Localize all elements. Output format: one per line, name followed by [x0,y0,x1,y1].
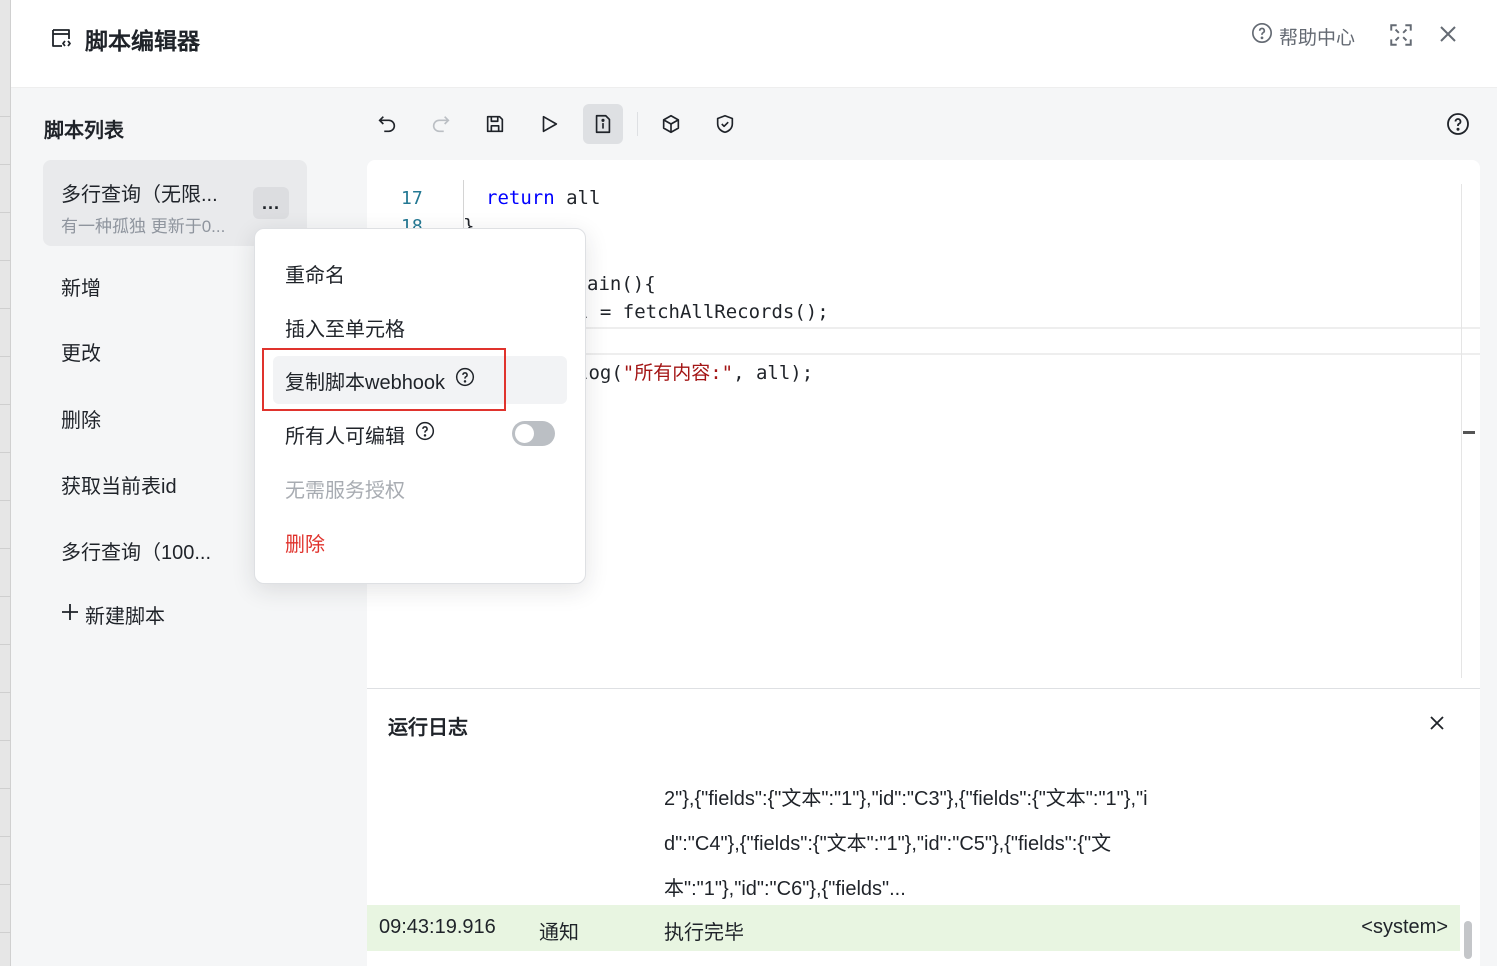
annotation-highlight-box [262,348,506,411]
menu-item-label: 无需服务授权 [285,479,405,502]
modal-header: 脚本编辑器 帮助中心 [11,0,1497,88]
menu-item-label: 删除 [285,533,325,556]
log-source: <system> [1361,916,1448,938]
save-icon[interactable] [475,104,515,144]
line-number: 17 [401,188,423,209]
menu-item-delete[interactable]: 删除 [273,518,567,566]
editor-help-icon[interactable] [1438,104,1478,144]
run-log-title: 运行日志 [388,717,468,739]
script-item-delete[interactable]: 删除 [61,404,101,433]
script-item-add[interactable]: 新增 [61,272,101,301]
code-line-17: return all [486,187,600,209]
fullscreen-icon[interactable] [1388,22,1414,48]
overview-ruler-mark [1463,431,1475,434]
everyone-edit-toggle[interactable] [512,421,555,446]
menu-item-insert-to-cell[interactable]: 插入至单元格 [273,303,567,351]
close-icon[interactable] [1436,22,1462,48]
background-sheet-edge [0,0,11,966]
script-item-get-table-id[interactable]: 获取当前表id [61,470,177,499]
menu-item-no-auth: 无需服务授权 [273,464,567,512]
script-item-multi-query[interactable]: 多行查询（100... [61,536,211,565]
undo-icon[interactable] [367,104,407,144]
script-list-title: 脚本列表 [44,120,124,142]
editor-scrollbar[interactable] [1461,184,1462,678]
shield-check-icon[interactable] [705,104,745,144]
script-item-update[interactable]: 更改 [61,337,101,366]
more-options-button[interactable]: ... [253,187,289,219]
script-name: 多行查询（无限... [61,184,218,206]
help-center-label: 帮助中心 [1279,27,1356,49]
toolbar-divider [637,112,638,136]
code-main-declaration: ain(){ [587,273,656,295]
code-keyword: return [486,187,555,209]
editor-body: 脚本列表 多行查询（无限... 有一种孤独 更新于0... ... 新增 更改 … [11,88,1497,966]
code-line-18: } [463,215,475,229]
help-circle-icon[interactable] [415,421,435,447]
code-text: , all); [733,362,814,384]
script-meta: 有一种孤独 更新于0... [61,217,226,236]
log-scrollbar[interactable] [1464,921,1472,959]
log-entry-row: 09:43:19.916 通知 执行完毕 <system> [367,905,1460,951]
script-file-icon [49,26,73,50]
menu-item-rename[interactable]: 重命名 [273,249,567,297]
log-close-icon[interactable] [1425,711,1449,735]
plus-icon [61,603,79,627]
script-editor-modal: 脚本编辑器 帮助中心 脚本列表 多行查询（无限... 有一种孤独 更新于0...… [11,0,1497,966]
log-output-line: 本":"1"},"id":"C6"},{"fields"... [664,878,906,900]
code-log-call: log("所有内容:", all); [577,358,813,385]
help-circle-icon [1251,22,1273,50]
menu-item-label: 插入至单元格 [285,318,405,341]
code-string: "所有内容:" [622,362,734,384]
new-script-button[interactable]: 新建脚本 [61,600,165,629]
run-icon[interactable] [529,104,569,144]
log-output-line: 2"},{"fields":{"文本":"1"},"id":"C3"},{"fi… [664,788,1148,810]
run-log-panel: 运行日志 2"},{"fields":{"文本":"1"},"id":"C3"}… [367,688,1480,966]
log-message: 执行完毕 [664,922,744,944]
menu-item-label: 重命名 [285,264,345,287]
help-center-link[interactable]: 帮助中心 [1251,22,1355,50]
package-icon[interactable] [651,104,691,144]
new-script-label: 新建脚本 [85,606,165,628]
redo-icon[interactable] [421,104,461,144]
log-output-line: d":"C4"},{"fields":{"文本":"1"},"id":"C5"}… [664,833,1112,855]
code-fetch-call: l = fetchAllRecords(); [577,301,829,323]
code-text: all [554,187,601,209]
log-level: 通知 [539,922,579,944]
modal-title: 脚本编辑器 [85,28,200,54]
script-info-icon[interactable] [583,104,623,144]
log-time: 09:43:19.916 [379,916,496,938]
menu-item-label: 所有人可编辑 [285,425,405,448]
